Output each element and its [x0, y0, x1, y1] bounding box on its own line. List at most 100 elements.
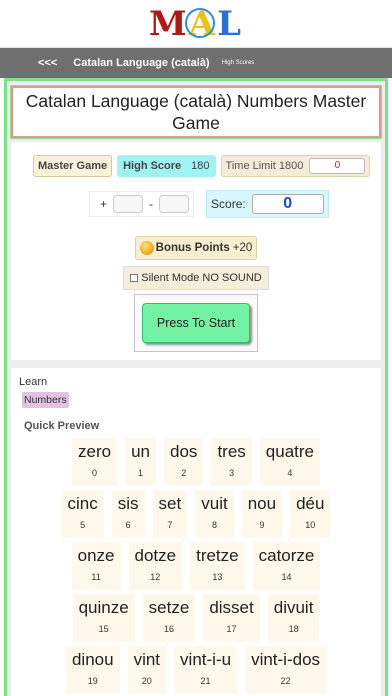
word-text: dinou [71, 650, 114, 669]
word-row: cinc 5 sis 6 set 7 vuit 8 nou 9 déu 10 [19, 490, 373, 538]
word-number: 17 [226, 624, 237, 634]
word-text: nou [247, 494, 277, 513]
logo-letter-l: L [217, 3, 243, 44]
app-logo: M AL [149, 4, 243, 44]
word-row: onze 11 dotze 12 tretze 13 catorze 14 [19, 542, 373, 590]
score-box: Score: 0 [206, 190, 329, 218]
word-row: quinze 15 setze 16 disset 17 divuit 18 [19, 594, 373, 642]
word-text: tretze [196, 546, 239, 565]
word-card[interactable]: nou 9 [241, 490, 283, 538]
word-number: 8 [211, 520, 217, 530]
word-number: 0 [92, 468, 98, 478]
word-number: 2 [181, 468, 187, 478]
word-number: 7 [167, 520, 173, 530]
silent-mode-toggle[interactable]: Silent Mode NO SOUND [123, 266, 269, 290]
word-card[interactable]: vint 20 [127, 646, 167, 694]
word-text: sis [117, 494, 139, 513]
word-card[interactable]: vint-i-u 21 [174, 646, 238, 694]
word-card[interactable]: un 1 [125, 438, 157, 486]
score-value: 0 [251, 194, 324, 214]
word-card[interactable]: setze 16 [142, 594, 196, 642]
word-number: 18 [288, 624, 299, 634]
word-card[interactable]: quatre 4 [259, 438, 320, 486]
word-text: catorze [258, 546, 315, 565]
word-number: 11 [91, 572, 101, 582]
word-card[interactable]: vint-i-dos 22 [245, 646, 327, 694]
word-card[interactable]: tres 3 [211, 438, 252, 486]
time-limit-box: Time Limit 1800 0 [220, 155, 371, 177]
bonus-points-label: Bonus Points [155, 242, 230, 254]
nav-title: Catalan Language (català) [73, 57, 210, 69]
word-card[interactable]: set 7 [152, 490, 188, 538]
bonus-row: Bonus Points +20 [11, 236, 381, 260]
word-card[interactable]: vuit 8 [195, 490, 234, 538]
start-row: Press To Start [11, 294, 381, 352]
app-frame: M AL <<< Catalan Language (català) High S… [0, 0, 392, 696]
high-scores-link[interactable]: High Scores [222, 60, 255, 66]
word-grid: zero 0 un 1 dos 2 tres 3 quatre 4 cinc 5 sis 6 … [19, 438, 373, 694]
word-card[interactable]: dinou 19 [65, 646, 120, 694]
minus-field [159, 195, 190, 213]
word-row: zero 0 un 1 dos 2 tres 3 quatre 4 [19, 438, 373, 486]
word-card[interactable]: onze 11 [71, 542, 121, 590]
word-number: 6 [125, 520, 131, 530]
word-text: cinc [67, 494, 98, 513]
word-card[interactable]: divuit 18 [267, 594, 320, 642]
word-text: tres [217, 442, 246, 461]
word-card[interactable]: zero 0 [72, 438, 118, 486]
score-row: + - Score: 0 [11, 188, 381, 220]
word-number: 22 [280, 676, 291, 686]
bonus-points-value: +20 [232, 242, 253, 254]
word-number: 16 [163, 624, 174, 634]
word-text: un [131, 442, 151, 461]
start-button[interactable]: Press To Start [142, 303, 250, 343]
word-card[interactable]: dos 2 [164, 438, 204, 486]
word-number: 9 [259, 520, 265, 530]
nav-bar: <<< Catalan Language (català) High Score… [0, 48, 392, 78]
word-card[interactable]: dotze 12 [128, 542, 183, 590]
word-card[interactable]: cinc 5 [61, 490, 104, 538]
learn-panel: Learn Numbers Quick Preview zero 0 un 1 do… [11, 368, 381, 696]
word-text: dotze [134, 546, 177, 565]
time-value: 0 [309, 158, 366, 174]
high-score-box: High Score 180 [117, 155, 216, 177]
word-card[interactable]: disset 17 [203, 594, 260, 642]
bonus-points-box: Bonus Points +20 [134, 236, 258, 260]
word-number: 4 [287, 468, 293, 478]
word-number: 14 [281, 572, 292, 582]
word-card[interactable]: tretze 13 [190, 542, 245, 590]
word-number: 1 [138, 468, 144, 478]
word-number: 12 [150, 572, 161, 582]
word-number: 21 [200, 676, 211, 686]
logo-letter-a-wrap: A [184, 4, 217, 44]
word-text: dos [170, 442, 198, 461]
word-number: 13 [212, 572, 223, 582]
word-text: disset [209, 598, 254, 617]
game-container: Catalan Language (català) Numbers Master… [4, 78, 388, 696]
numbers-tag-link[interactable]: Numbers [22, 392, 69, 408]
word-text: déu [296, 494, 325, 513]
word-text: divuit [273, 598, 314, 617]
word-text: set [158, 494, 182, 513]
word-text: vuit [201, 494, 228, 513]
silent-mode-checkbox[interactable] [130, 274, 139, 282]
word-text: setze [148, 598, 190, 617]
word-number: 5 [80, 520, 86, 530]
word-card[interactable]: déu 10 [290, 490, 331, 538]
word-number: 19 [87, 676, 98, 686]
quick-preview-label: Quick Preview [24, 420, 100, 432]
word-card[interactable]: catorze 14 [252, 542, 321, 590]
coin-icon [139, 241, 154, 255]
plus-minus-box: + - [89, 191, 195, 217]
word-number: 10 [305, 520, 316, 530]
word-card[interactable]: sis 6 [111, 490, 145, 538]
word-text: onze [77, 546, 115, 565]
logo-letter-m: M [149, 3, 189, 44]
word-card[interactable]: quinze 15 [72, 594, 135, 642]
back-button[interactable]: <<< [38, 57, 57, 69]
word-text: vint-i-u [180, 650, 232, 669]
word-text: vint-i-dos [251, 650, 321, 669]
page-title: Catalan Language (català) Numbers Master… [25, 91, 367, 133]
silent-mode-label: Silent Mode NO SOUND [141, 272, 262, 284]
